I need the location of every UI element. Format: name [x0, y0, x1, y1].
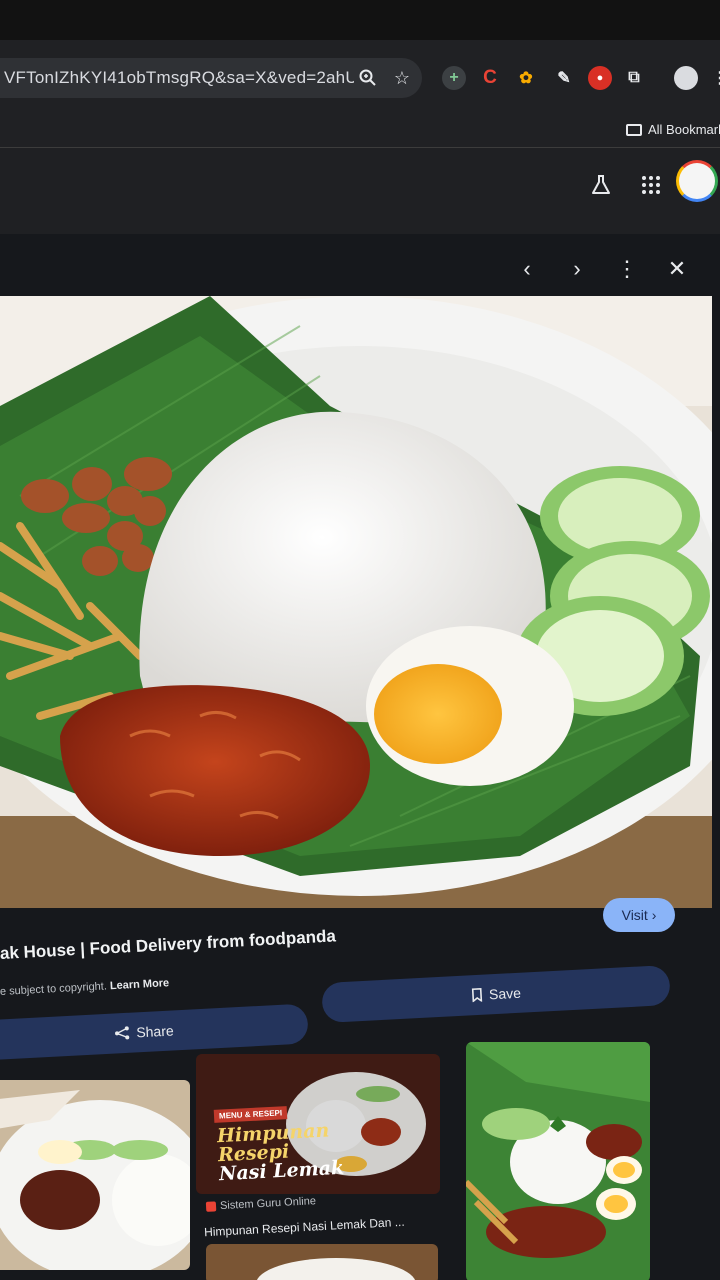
- search-icon[interactable]: [356, 66, 380, 90]
- learn-more-link[interactable]: Learn More: [110, 977, 170, 992]
- labs-icon[interactable]: [586, 170, 616, 200]
- image-title[interactable]: ak House | Food Delivery from foodpanda: [0, 925, 360, 964]
- profile-icon[interactable]: [674, 66, 698, 90]
- related-image-lower[interactable]: [206, 1244, 438, 1280]
- eyedropper-icon[interactable]: ✎: [552, 66, 576, 90]
- recipe-headline: Himpunan Resepi Nasi Lemak: [216, 1119, 344, 1185]
- chevron-right-small-icon: ›: [647, 907, 657, 923]
- visit-button[interactable]: Visit ›: [603, 898, 675, 932]
- visit-label: Visit: [621, 907, 648, 923]
- related-caption[interactable]: Himpunan Resepi Nasi Lemak Dan ...: [204, 1215, 405, 1239]
- account-avatar[interactable]: [676, 160, 718, 202]
- share-button[interactable]: Share: [0, 1003, 309, 1061]
- folder-icon: [626, 123, 642, 136]
- bookmark-icon: [471, 987, 483, 1003]
- apps-grid-icon[interactable]: [636, 170, 666, 200]
- extension-c-icon[interactable]: C: [478, 66, 502, 90]
- chevron-left-icon[interactable]: ‹: [512, 254, 542, 284]
- google-header: [0, 148, 720, 234]
- extensions-puzzle-icon[interactable]: ⧉: [622, 66, 646, 90]
- save-label: Save: [488, 984, 522, 1003]
- extension-cookie-icon[interactable]: ✿: [514, 66, 538, 90]
- all-bookmarks-label: All Bookmark: [648, 122, 720, 137]
- extension-plus-icon[interactable]: +: [442, 66, 466, 90]
- share-label: Share: [135, 1022, 175, 1041]
- url-text: VFTonIZhKYI41obTmsgRQ&sa=X&ved=2ahUK...: [4, 68, 354, 87]
- main-image[interactable]: [0, 296, 712, 908]
- extension-record-icon[interactable]: ●: [588, 66, 612, 90]
- source-favicon-icon: [205, 1201, 217, 1212]
- star-icon[interactable]: ☆: [390, 66, 414, 90]
- browser-menu-icon[interactable]: ⋮: [708, 66, 720, 90]
- save-button[interactable]: Save: [321, 964, 671, 1024]
- copyright-notice: e subject to copyright. Learn More: [0, 977, 169, 998]
- browser-toolbar: VFTonIZhKYI41obTmsgRQ&sa=X&ved=2ahUK... …: [0, 40, 720, 118]
- chevron-right-icon[interactable]: ›: [562, 254, 592, 284]
- monitor-bezel: [0, 0, 720, 40]
- copyright-text: e subject to copyright.: [0, 980, 108, 998]
- related-image[interactable]: [0, 1080, 190, 1270]
- image-viewer-panel: ‹ › ⋮ ✕ Visit › ak House | Food Delivery…: [0, 234, 720, 1280]
- related-image-leaf[interactable]: [466, 1042, 650, 1280]
- bookmarks-bar: All Bookmark: [0, 118, 720, 148]
- all-bookmarks-button[interactable]: All Bookmark: [626, 122, 720, 137]
- related-source: Sistem Guru Online: [205, 1195, 317, 1213]
- close-icon[interactable]: ✕: [662, 254, 692, 284]
- share-icon: [115, 1026, 130, 1040]
- more-vert-icon[interactable]: ⋮: [612, 254, 642, 284]
- related-image-recipe[interactable]: MENU & RESEPI Himpunan Resepi Nasi Lemak: [196, 1054, 440, 1194]
- related-source-label: Sistem Guru Online: [219, 1195, 317, 1213]
